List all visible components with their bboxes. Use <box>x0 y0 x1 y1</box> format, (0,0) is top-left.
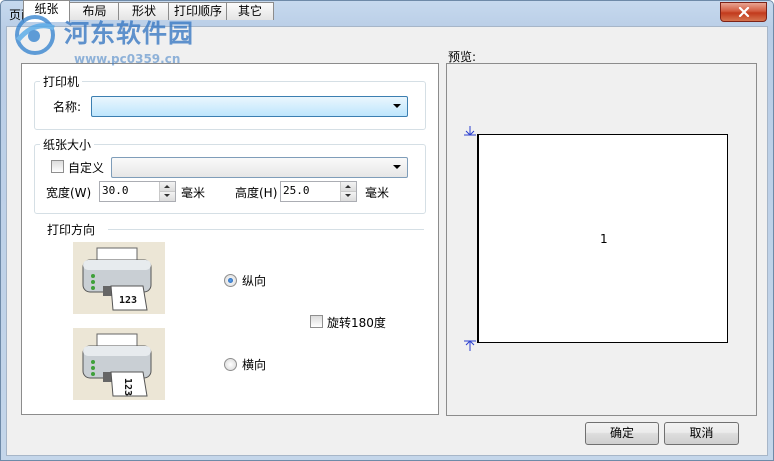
close-icon <box>738 7 749 17</box>
height-unit: 毫米 <box>365 186 390 200</box>
width-label: 宽度(W) <box>46 186 92 200</box>
width-input[interactable] <box>102 183 156 198</box>
tab-print-order[interactable]: 打印顺序 <box>168 2 228 20</box>
width-spin-up-button[interactable] <box>159 182 175 192</box>
landscape-icon-text: 123 <box>122 378 133 396</box>
landscape-printer-image: 123 <box>73 328 165 400</box>
chevron-down-icon <box>393 165 401 169</box>
orientation-divider <box>108 229 424 230</box>
paper-size-group <box>34 144 426 214</box>
height-spin-up-button[interactable] <box>340 182 356 192</box>
custom-size-checkbox[interactable] <box>51 160 64 173</box>
preview-page-number: 1 <box>600 232 608 246</box>
width-spin-down-button[interactable] <box>159 192 175 201</box>
tab-shape[interactable]: 形状 <box>118 2 170 20</box>
chevron-down-icon <box>393 104 401 108</box>
printer-name-combobox[interactable] <box>91 96 408 117</box>
printer-portrait-icon: 123 <box>82 247 152 311</box>
cancel-button[interactable]: 取消 <box>664 422 739 445</box>
tab-shape-label: 形状 <box>131 4 156 18</box>
rotate-180-checkbox[interactable] <box>310 315 323 328</box>
printer-landscape-icon: 123 <box>82 333 152 397</box>
tab-layout-label: 布局 <box>82 4 107 18</box>
preview-page: 1 <box>477 134 728 343</box>
height-spin-down-button[interactable] <box>340 192 356 201</box>
landscape-label: 横向 <box>242 358 267 372</box>
paper-size-combobox[interactable] <box>111 157 408 178</box>
landscape-radio[interactable] <box>224 358 237 371</box>
tab-print-order-label: 打印顺序 <box>173 4 222 18</box>
portrait-icon-text: 123 <box>119 295 137 306</box>
tab-other-label: 其它 <box>237 4 262 18</box>
arrow-up-icon <box>464 340 476 351</box>
custom-size-label: 自定义 <box>68 161 105 175</box>
width-spinbox[interactable] <box>99 181 176 202</box>
rotate-180-label: 旋转180度 <box>327 316 386 330</box>
tab-paper-label: 纸张 <box>34 2 59 16</box>
tab-other[interactable]: 其它 <box>226 2 274 20</box>
paper-tab-panel: 打印机 名称: 纸张大小 自定义 宽度(W) 毫米 高度(H) 毫米 打印方向 <box>21 63 439 415</box>
orientation-group-title: 打印方向 <box>47 223 96 237</box>
portrait-label: 纵向 <box>242 274 267 288</box>
height-spinbox[interactable] <box>280 181 357 202</box>
width-unit: 毫米 <box>181 186 206 200</box>
height-input[interactable] <box>283 183 337 198</box>
printer-group-title: 打印机 <box>40 73 83 90</box>
arrow-down-icon <box>464 126 476 136</box>
portrait-radio[interactable] <box>224 274 237 287</box>
ok-button[interactable]: 确定 <box>585 422 659 445</box>
height-label: 高度(H) <box>235 186 278 200</box>
tab-layout[interactable]: 布局 <box>69 2 120 20</box>
tab-paper[interactable]: 纸张 <box>23 0 70 22</box>
close-button[interactable] <box>720 2 767 22</box>
printer-name-label: 名称: <box>53 100 82 114</box>
portrait-printer-image: 123 <box>73 242 165 314</box>
paper-size-group-title: 纸张大小 <box>40 136 95 153</box>
